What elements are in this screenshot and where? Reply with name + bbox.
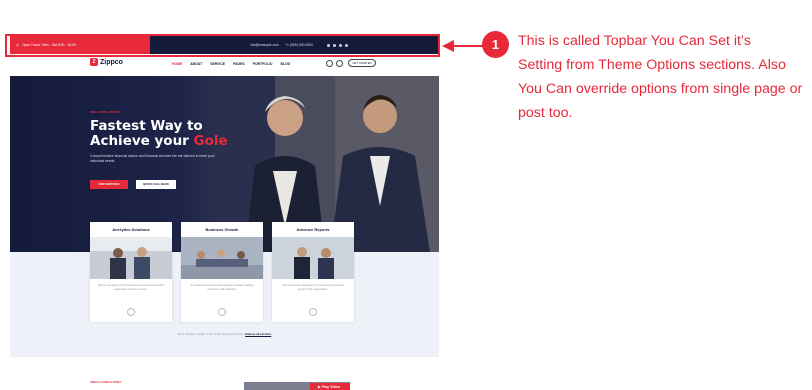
service-card[interactable]: Business Growth To implement future orie… [181,222,263,322]
cart-icon[interactable] [336,59,343,67]
card-title: Advence Reports [296,227,330,232]
arrow-icon[interactable] [127,308,135,316]
card-image [90,237,172,279]
menu-item-about[interactable]: ABOUT [190,62,202,66]
card-text: We aim at integrity of the business as o… [98,284,164,291]
menu-item-pages[interactable]: PAGES [233,62,245,66]
card-text: To implement future oriented together st… [190,284,254,291]
card-image [181,237,263,279]
hero-subtitle: WELCOME ZIPPCO [90,110,121,114]
card-title: Anerytics Solutions [112,227,150,232]
card-image [272,237,354,279]
explore-services-link[interactable]: Explore all services [245,332,271,336]
explore-services-line: Don't hesitate, contact us for better he… [177,332,272,336]
site-preview: ◷ Open Hours: Mon - Sat 8:00 - 18:00 inf… [10,36,439,390]
menu-item-portfolio[interactable]: PORTFOLIO [253,62,273,66]
hero-title: Fastest Way to Achieve your Gole [90,118,228,149]
card-title: Business Growth [205,227,239,232]
topbar-highlight-box [5,34,440,57]
site-logo[interactable]: Z Zippco [90,58,123,66]
about-tag: ABOUT CONSULTANCY [90,380,122,384]
step-number-badge: 1 [482,31,509,58]
logo-text: Zippco [100,58,123,66]
main-menu: HOME ABOUT SERVICE PAGES PORTFOLIO BLOG [172,62,290,66]
menu-item-service[interactable]: SERVICE [210,62,225,66]
get-started-button[interactable]: GET STARTED [348,59,376,67]
arrow-icon[interactable] [309,308,317,316]
play-video-button[interactable]: ▶ Play Video [310,383,350,390]
card-text: Connected with consulting firms at compa… [282,284,344,291]
hero-description: Comprehensive financial advice and finan… [90,154,215,163]
service-card[interactable]: Advence Reports Connected with consultin… [272,222,354,322]
arrow-icon[interactable] [218,308,226,316]
nav-actions: GET STARTED [326,59,376,67]
our-services-button[interactable]: OUR SERVICES [90,180,128,189]
service-card[interactable]: Anerytics Solutions We aim at integrity … [90,222,172,322]
logo-icon: Z [90,58,98,66]
search-icon[interactable] [326,59,333,67]
menu-item-home[interactable]: HOME [172,62,182,66]
arrow-left-icon [442,40,484,52]
annotation-text: This is called Topbar You Can Set it’s S… [518,33,803,121]
menu-item-blog[interactable]: BLOG [280,62,290,66]
quick-call-back-button[interactable]: QUICK CALL BACK [136,180,176,189]
